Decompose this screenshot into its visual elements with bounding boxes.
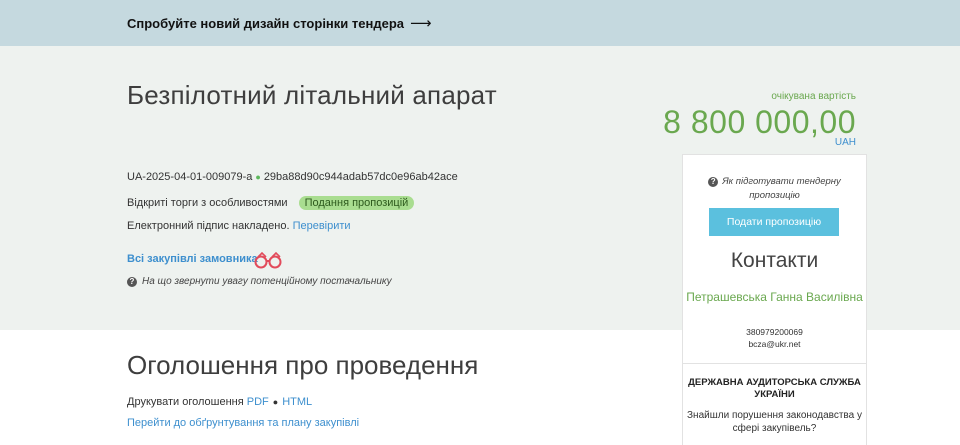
contact-phone: 380979200069 <box>746 327 803 337</box>
dot-separator-icon: ● <box>272 397 279 407</box>
expected-value-label: очікувана вартість <box>771 91 856 102</box>
audit-violation-question: Знайшли порушення законодавства у сфері … <box>687 410 862 434</box>
sidebar-card: ? Як підготувати тендерну пропозицію Пода… <box>682 154 867 445</box>
announcement-heading: Оголошення про проведення <box>127 350 479 380</box>
procedure-row: Відкриті торги з особливостями Подання п… <box>127 196 415 210</box>
expected-value-amount: 8 800 000,00 <box>663 104 856 140</box>
audit-service-title: ДЕРЖАВНА АУДИТОРСЬКА СЛУЖБА УКРАЇНИ <box>688 377 861 400</box>
all-customer-purchases-link[interactable]: Всі закупівлі замовника <box>127 253 258 265</box>
tender-id-row: UA-2025-04-01-009079-a ● 29ba88d90c944adab… <box>127 171 458 183</box>
how-to-prepare-link[interactable]: ? Як підготувати тендерну пропозицію <box>683 175 866 203</box>
how-to-prepare-text[interactable]: Як підготувати тендерну пропозицію <box>722 176 841 201</box>
supplier-attention-hint[interactable]: ? На що звернути увагу потенційному пост… <box>127 276 392 287</box>
new-design-link-label[interactable]: Спробуйте новий дизайн сторінки тендера <box>127 16 404 31</box>
print-announcement-row: Друкувати оголошення PDF ● HTML <box>127 396 312 408</box>
top-banner: Спробуйте новий дизайн сторінки тендера … <box>0 0 960 46</box>
signature-text: Електронний підпис накладено. <box>127 220 290 232</box>
procedure-type: Відкриті торги з особливостями <box>127 197 288 209</box>
procurement-plan-link[interactable]: Перейти до обґрунтування та плану закупі… <box>127 417 359 429</box>
status-badge: Подання пропозицій <box>298 196 415 210</box>
tender-id: UA-2025-04-01-009079-a <box>127 171 253 183</box>
contacts-heading: Контакти <box>730 249 819 272</box>
question-circle-icon: ? <box>127 276 137 287</box>
print-label: Друкувати оголошення <box>127 396 244 408</box>
verify-signature-link[interactable]: Перевірити <box>293 220 351 232</box>
arrow-right-icon[interactable]: ⟶ <box>410 14 432 32</box>
tender-hash: 29ba88d90c944adab57dc0e96ab42ace <box>263 171 458 183</box>
print-html-link[interactable]: HTML <box>282 396 312 408</box>
signature-row: Електронний підпис накладено. Перевірити <box>127 220 351 232</box>
question-circle-icon: ? <box>708 177 719 187</box>
supplier-attention-text[interactable]: На що звернути увагу потенційному постач… <box>142 276 392 287</box>
card-divider <box>683 363 866 364</box>
dot-separator-icon: ● <box>255 172 261 182</box>
binoculars-icon[interactable] <box>253 250 285 270</box>
contact-person-name: Петрашевська Ганна Василівна <box>686 290 863 304</box>
print-pdf-link[interactable]: PDF <box>247 396 269 408</box>
page-title: Безпілотний літальний апарат <box>127 80 497 110</box>
new-design-link[interactable]: Спробуйте новий дизайн сторінки тендера … <box>127 14 432 32</box>
submit-proposal-button[interactable]: Подати пропозицію <box>709 208 839 236</box>
expected-value-currency: UAH <box>834 137 856 148</box>
contact-email: bcza@ukr.net <box>748 339 801 349</box>
